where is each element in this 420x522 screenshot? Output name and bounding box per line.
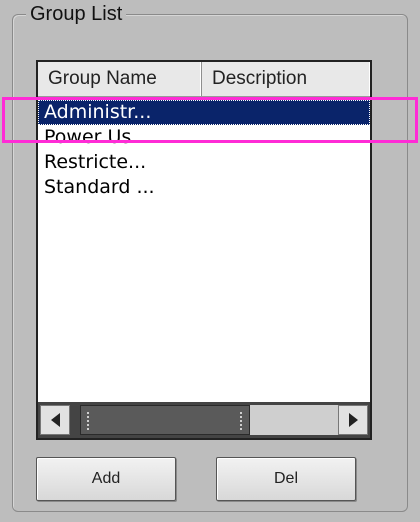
del-button[interactable]: Del: [216, 457, 356, 501]
list-header: Group Name Description: [38, 62, 370, 97]
group-list-title: Group List: [26, 3, 127, 25]
list-item[interactable]: Restricte...: [38, 150, 370, 175]
list-item[interactable]: Standard ...: [38, 175, 370, 200]
group-name: Restricte...: [44, 151, 147, 173]
triangle-left-icon: [50, 413, 60, 427]
group-name: Power Us...: [44, 126, 150, 148]
group-name: Standard ...: [44, 176, 155, 198]
horizontal-scrollbar[interactable]: [38, 402, 370, 438]
add-button[interactable]: Add: [36, 457, 176, 501]
scrollbar-track-area[interactable]: [250, 405, 338, 435]
scroll-right-button[interactable]: [338, 405, 368, 435]
list-rows: Administr... Power Us... Restricte... St…: [38, 100, 370, 200]
scrollbar-track[interactable]: [70, 405, 338, 435]
column-header-group-name[interactable]: Group Name: [38, 62, 202, 96]
group-list-view[interactable]: Group Name Description Administr... Powe…: [36, 60, 372, 440]
list-item[interactable]: Administr...: [38, 100, 370, 125]
column-header-description[interactable]: Description: [202, 62, 370, 96]
scrollbar-thumb[interactable]: [80, 405, 250, 435]
group-name: Administr...: [44, 101, 152, 123]
triangle-right-icon: [348, 413, 358, 427]
list-item[interactable]: Power Us...: [38, 125, 370, 150]
scroll-left-button[interactable]: [40, 405, 70, 435]
